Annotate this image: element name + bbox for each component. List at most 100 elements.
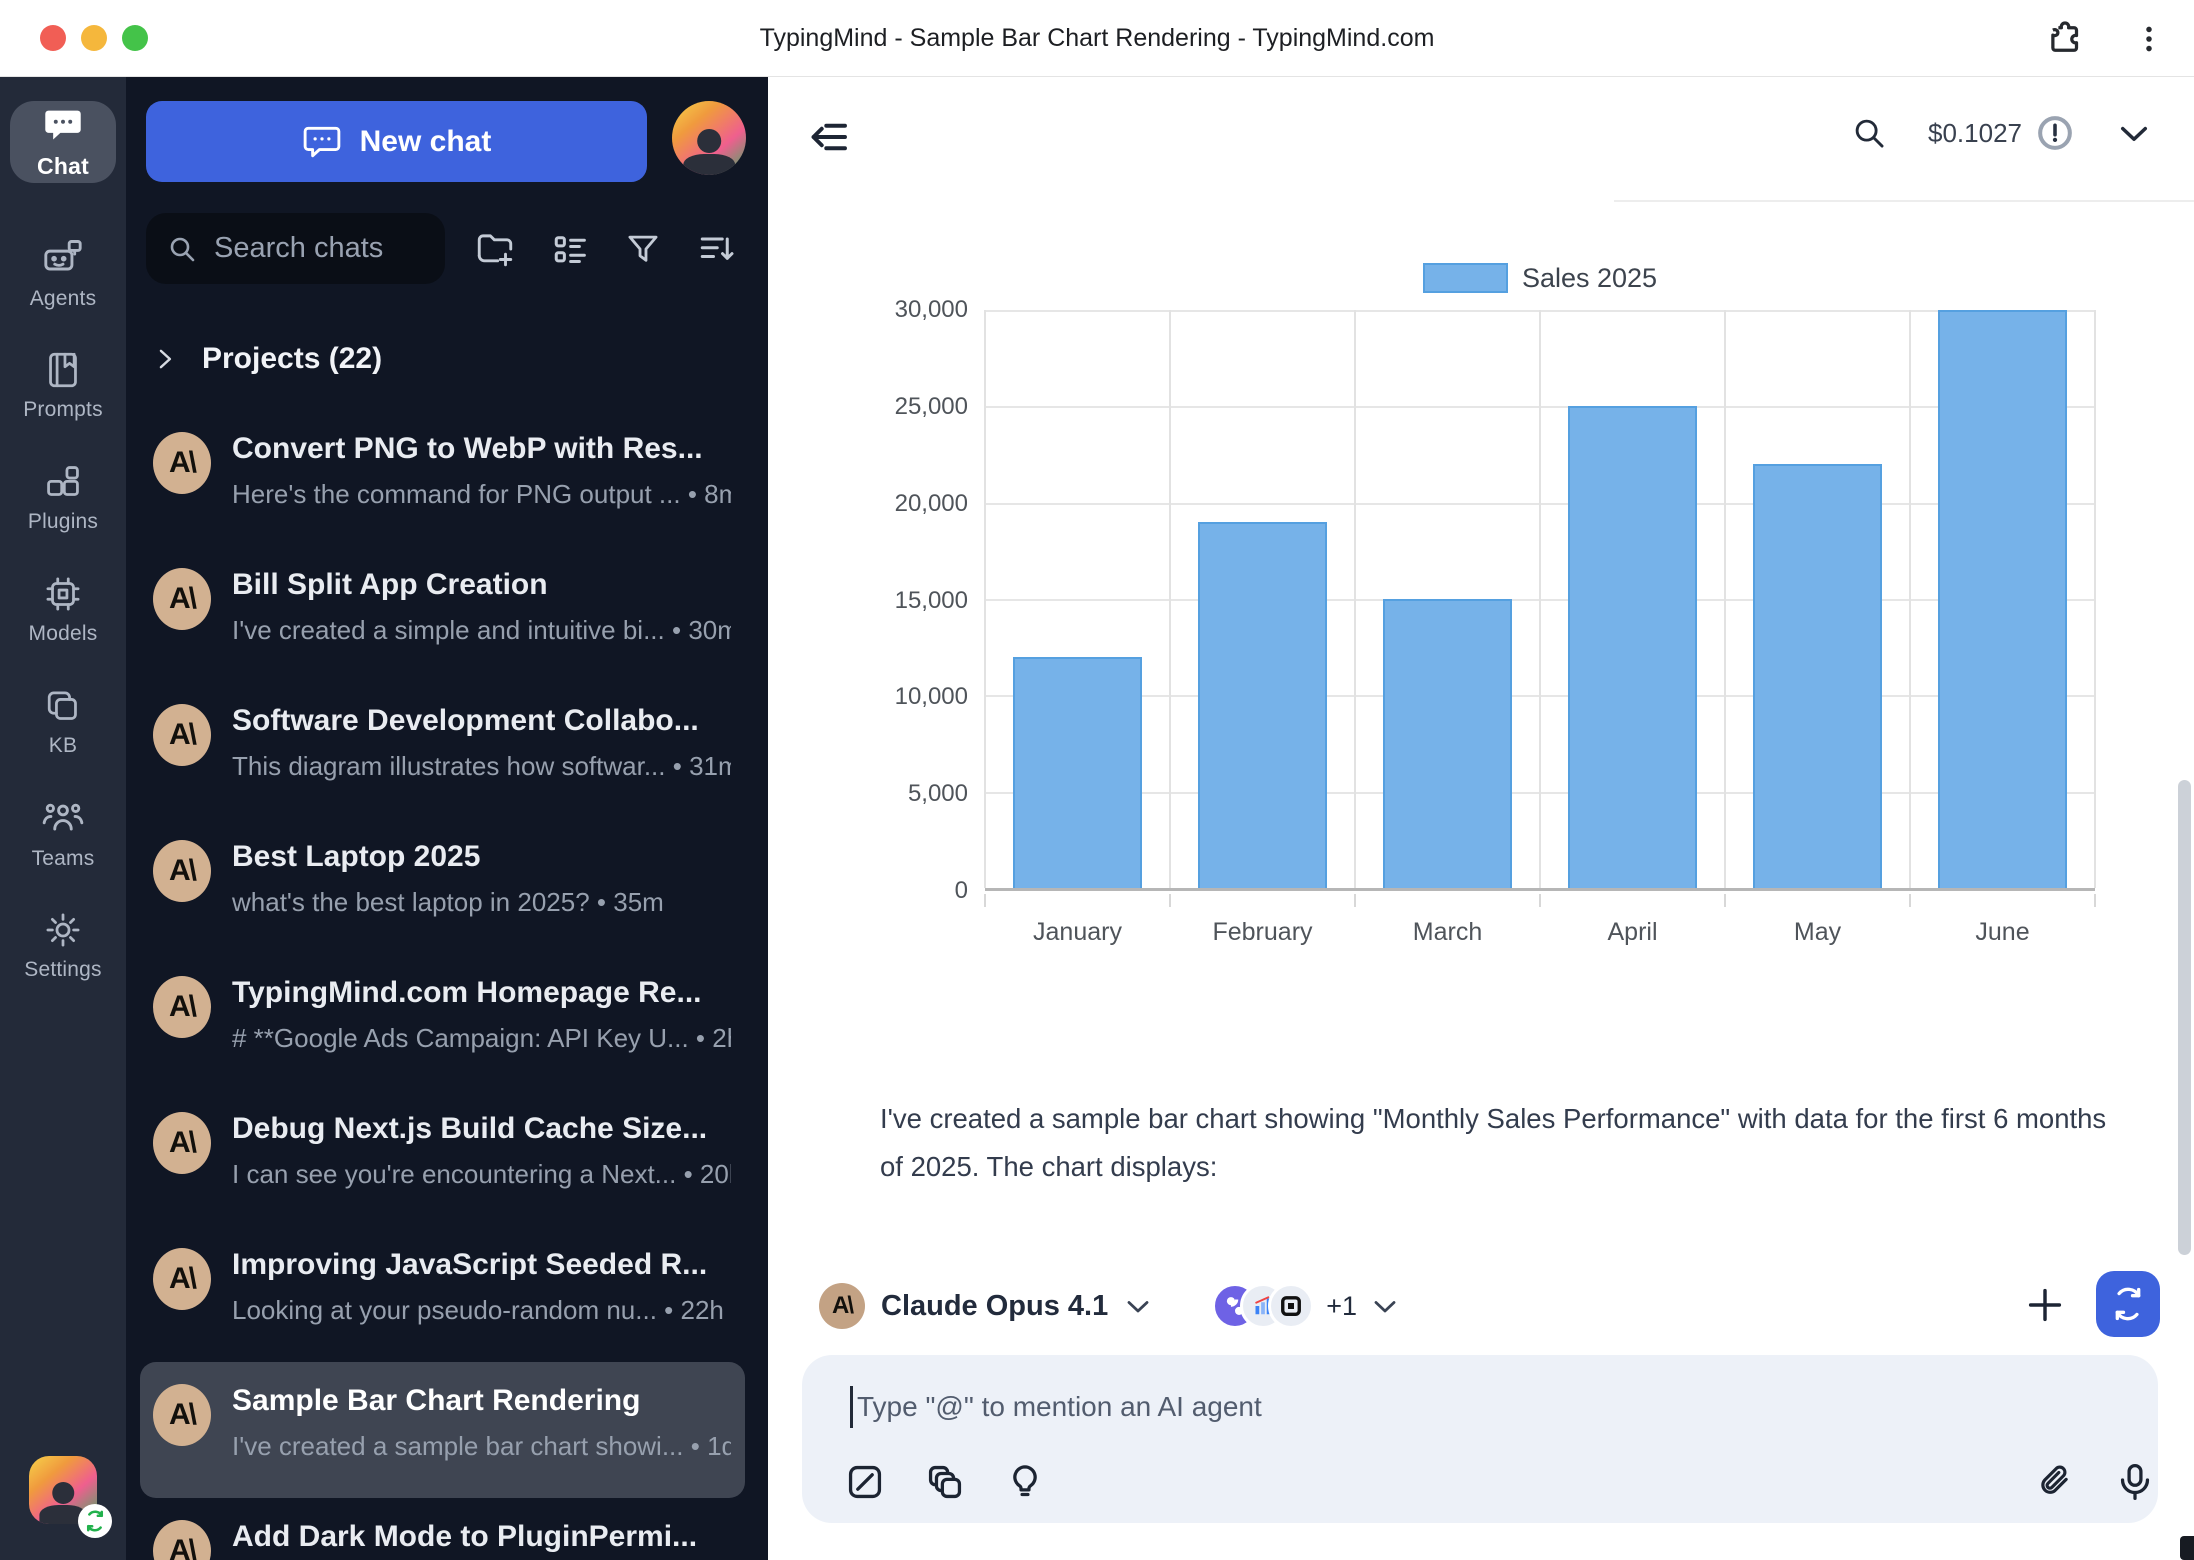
sync-status-badge (78, 1504, 112, 1538)
chart-gridline (2094, 310, 2096, 888)
model-selector[interactable]: A\ Claude Opus 4.1 (819, 1283, 1154, 1329)
bar-june (1938, 310, 2068, 888)
x-axis-tick (1539, 894, 1541, 907)
chat-preview: what's the best laptop in 2025? (232, 887, 590, 917)
x-axis-category-label: May (1794, 918, 1841, 947)
main-content: $0.1027 Sales 2025 05,00010,00015,00020,… (768, 77, 2194, 1560)
anthropic-logo-avatar: A\ (153, 1248, 211, 1310)
chat-title: Add Dark Mode to PluginPermi... (232, 1520, 731, 1554)
chat-list-item[interactable]: A\Sample Bar Chart RenderingI've created… (140, 1362, 745, 1498)
chat-list-panel: New chat Search chats (126, 77, 768, 1560)
chat-time: 20h (676, 1159, 731, 1189)
chat-title: Debug Next.js Build Cache Size... (232, 1112, 731, 1146)
agents-icon (41, 236, 85, 280)
chat-list-item[interactable]: A\Software Development Collabo...This di… (140, 682, 745, 818)
sidebar-item-teams[interactable]: Teams (10, 777, 116, 889)
chart-legend: Sales 2025 (985, 262, 2095, 294)
canvas-edit-icon[interactable] (844, 1461, 886, 1503)
chat-title: Sample Bar Chart Rendering (232, 1384, 731, 1418)
x-axis-category-label: March (1413, 918, 1482, 947)
chat-list-item[interactable]: A\ Add Dark Mode to PluginPermi... (140, 1498, 745, 1560)
chat-list-item[interactable]: A\Debug Next.js Build Cache Size...I can… (140, 1090, 745, 1226)
chat-time: 2h (689, 1023, 731, 1053)
teams-icon (41, 796, 85, 840)
anthropic-logo-avatar: A\ (153, 432, 211, 494)
chat-preview: Looking at your pseudo-random nu... (232, 1295, 657, 1325)
chart-plot-area (985, 310, 2095, 891)
sidebar-item-prompts[interactable]: Prompts (10, 329, 116, 441)
y-axis-tick-label: 30,000 (895, 296, 968, 324)
chart-gridline (1354, 310, 1356, 888)
x-axis-tick (1169, 894, 1171, 907)
message-input[interactable]: Type "@" to mention an AI agent (850, 1379, 2110, 1435)
chat-list-item[interactable]: A\Convert PNG to WebP with Res...Here's … (140, 410, 745, 546)
microphone-icon[interactable] (2114, 1461, 2156, 1503)
extensions-puzzle-icon[interactable] (2044, 19, 2084, 59)
rail-item-label: Teams (32, 847, 95, 871)
chevron-down-icon[interactable] (2114, 113, 2154, 153)
sidebar-item-models[interactable]: Models (10, 553, 116, 665)
rail-item-label: Chat (37, 153, 89, 180)
chat-list-item[interactable]: A\Best Laptop 2025what's the best laptop… (140, 818, 745, 954)
chat-list-item[interactable]: A\ Improving JavaScript Seeded R... Lookin… (140, 1226, 745, 1362)
anthropic-logo-avatar: A\ (153, 568, 211, 630)
rail-item-label: Models (29, 622, 98, 646)
input-placeholder: Type "@" to mention an AI agent (857, 1391, 1262, 1423)
plugins-icon (42, 461, 84, 503)
y-axis-tick-label: 15,000 (895, 587, 968, 615)
profile-avatar[interactable] (672, 101, 746, 175)
anthropic-logo-avatar: A\ (153, 704, 211, 766)
rail-item-label: Prompts (23, 398, 103, 422)
plugin-avatars (1212, 1283, 1314, 1329)
filter-icon[interactable] (624, 230, 662, 268)
browser-menu-kebab-icon[interactable] (2132, 22, 2166, 56)
chat-preview: # **Google Ads Campaign: API Key U... (232, 1023, 689, 1053)
anthropic-logo-avatar: A\ (153, 1520, 211, 1560)
projects-toggle[interactable]: Projects (22) (152, 329, 382, 389)
rail-item-label: Agents (30, 287, 97, 311)
search-conversation-icon[interactable] (1850, 114, 1888, 152)
add-attachment-plus-icon[interactable] (2022, 1282, 2068, 1328)
sidebar-item-settings[interactable]: Settings (10, 889, 116, 1001)
chat-list-item[interactable]: A\Bill Split App CreationI've created a … (140, 546, 745, 682)
search-chats-input[interactable]: Search chats (146, 213, 445, 284)
paperclip-icon[interactable] (2034, 1461, 2076, 1503)
new-folder-icon[interactable] (474, 228, 516, 270)
lightbulb-icon[interactable] (1004, 1461, 1046, 1503)
vertical-scrollbar-thumb[interactable] (2178, 780, 2191, 1255)
chat-time: 35m (590, 887, 664, 917)
model-name: Claude Opus 4.1 (881, 1290, 1108, 1323)
bulk-select-icon[interactable] (550, 229, 590, 269)
rail-item-label: KB (49, 734, 77, 758)
sidebar-item-plugins[interactable]: Plugins (10, 441, 116, 553)
y-axis-tick-label: 10,000 (895, 683, 968, 711)
header-divider (1614, 200, 2194, 202)
chat-list: A\Convert PNG to WebP with Res...Here's … (126, 410, 768, 1560)
plugins-selector[interactable]: +1 (1154, 1283, 1401, 1329)
kb-icon (42, 685, 84, 727)
new-chat-button[interactable]: New chat (146, 101, 647, 182)
sort-icon[interactable] (696, 229, 736, 269)
browser-title-bar: TypingMind - Sample Bar Chart Rendering … (0, 0, 2194, 77)
bar-may (1753, 464, 1883, 888)
sidebar-item-chat[interactable]: Chat (10, 101, 116, 183)
x-axis-tick (1724, 894, 1726, 907)
x-axis-tick (1354, 894, 1356, 907)
pages-stack-icon[interactable] (924, 1461, 966, 1503)
chat-title: TypingMind.com Homepage Re... (232, 976, 731, 1010)
chat-time: 30m (665, 615, 731, 645)
anthropic-logo-avatar: A\ (819, 1283, 865, 1329)
anthropic-logo-avatar: A\ (153, 1112, 211, 1174)
collapse-sidebar-icon[interactable] (806, 113, 854, 161)
chat-list-item[interactable]: A\ TypingMind.com Homepage Re... # **Googl… (140, 954, 745, 1090)
usage-balance[interactable]: $0.1027 (1928, 114, 2074, 152)
search-icon (166, 233, 198, 265)
sidebar-item-agents[interactable]: Agents (10, 217, 116, 329)
chat-title: Improving JavaScript Seeded R... (232, 1248, 731, 1282)
chat-time: 22h (657, 1295, 724, 1325)
anthropic-logo-avatar: A\ (153, 976, 211, 1038)
chat-preview: Here's the command for PNG output ... (232, 479, 681, 509)
sidebar-item-kb[interactable]: KB (10, 665, 116, 777)
chevron-down-icon (1122, 1290, 1154, 1322)
regenerate-button[interactable] (2096, 1271, 2160, 1337)
